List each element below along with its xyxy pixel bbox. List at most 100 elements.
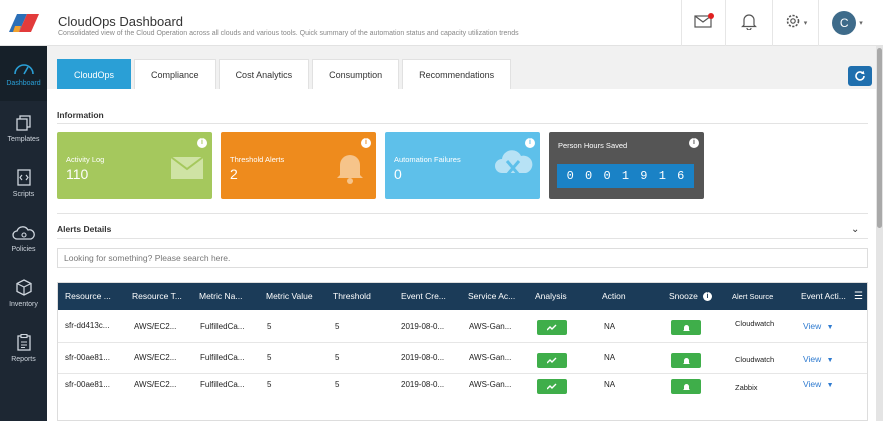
tab-cloudops[interactable]: CloudOps xyxy=(57,59,132,89)
info-icon[interactable]: i xyxy=(703,292,712,301)
analysis-button[interactable] xyxy=(537,320,567,335)
top-header: CloudOps Dashboard Consolidated view of … xyxy=(0,0,883,46)
tab-recommendations[interactable]: Recommendations xyxy=(402,59,512,89)
sidebar-item-label: Policies xyxy=(11,245,36,253)
card-value: 2 xyxy=(230,166,238,182)
cell-alert-source: Cloudwatch xyxy=(735,355,775,364)
divider xyxy=(57,238,868,239)
snooze-button[interactable] xyxy=(671,353,701,368)
snooze-button[interactable] xyxy=(671,320,701,335)
page-title: CloudOps Dashboard xyxy=(58,14,184,29)
card-label: Threshold Alerts xyxy=(230,155,285,164)
cell-alert-source: Cloudwatch xyxy=(735,319,775,328)
gear-icon xyxy=(784,12,802,35)
column-header[interactable]: Threshold xyxy=(333,283,371,310)
messages-button[interactable] xyxy=(681,0,725,46)
divider xyxy=(57,123,868,124)
column-header[interactable]: Resource T... xyxy=(132,283,182,310)
card-label: Person Hours Saved xyxy=(558,141,628,150)
cell-threshold: 5 xyxy=(335,322,340,331)
sidebar: Dashboard Templates Scripts Policies Inv… xyxy=(0,46,47,421)
divider xyxy=(57,213,868,214)
bell-icon xyxy=(741,12,757,35)
trend-icon xyxy=(547,383,557,390)
column-header[interactable]: Snooze xyxy=(669,283,698,310)
chevron-down-icon[interactable]: ⌄ xyxy=(851,224,859,235)
analysis-button[interactable] xyxy=(537,379,567,394)
view-link-label: View xyxy=(803,354,822,364)
search-input[interactable] xyxy=(57,248,868,268)
sidebar-item-inventory[interactable]: Inventory xyxy=(0,266,47,321)
scrollbar-thumb[interactable] xyxy=(877,48,882,228)
table-header: Resource ... Resource T... Metric Na... … xyxy=(58,283,867,310)
cell-resource: sfr-00ae81... xyxy=(65,380,110,389)
tab-consumption[interactable]: Consumption xyxy=(312,59,400,89)
table-row[interactable]: sfr-00ae81... AWS/EC2... FulfilledCa... … xyxy=(58,374,867,400)
view-link-label: View xyxy=(803,321,822,331)
sidebar-item-templates[interactable]: Templates xyxy=(0,101,47,156)
cell-resource-type: AWS/EC2... xyxy=(134,353,177,362)
cell-event-created: 2019-08-0... xyxy=(401,353,445,362)
cell-threshold: 5 xyxy=(335,380,340,389)
cell-metric: FulfilledCa... xyxy=(200,322,245,331)
speedometer-icon xyxy=(13,63,34,74)
view-dropdown[interactable]: View ▼ xyxy=(803,379,834,389)
info-icon[interactable]: i xyxy=(525,138,535,148)
automation-failures-card[interactable]: i Automation Failures 0 xyxy=(385,132,540,199)
person-hours-saved-card[interactable]: i Person Hours Saved 0 0 0 1 9 1 6 xyxy=(549,132,704,199)
cell-resource-type: AWS/EC2... xyxy=(134,380,177,389)
column-header[interactable]: Analysis xyxy=(535,283,567,310)
cell-event-created: 2019-08-0... xyxy=(401,380,445,389)
sidebar-item-policies[interactable]: Policies xyxy=(0,211,47,266)
sidebar-item-reports[interactable]: Reports xyxy=(0,321,47,376)
cell-alert-source: Zabbix xyxy=(735,383,758,392)
table-row[interactable]: sfr-dd413c... AWS/EC2... FulfilledCa... … xyxy=(58,310,867,343)
tab-cost-analytics[interactable]: Cost Analytics xyxy=(218,59,310,89)
user-menu[interactable]: C ▾ xyxy=(818,0,876,46)
info-icon[interactable]: i xyxy=(361,138,371,148)
report-icon xyxy=(16,334,31,351)
chevron-down-icon: ▼ xyxy=(826,357,834,364)
view-dropdown[interactable]: View ▼ xyxy=(803,354,834,364)
cell-metric-value: 5 xyxy=(267,380,272,389)
settings-button[interactable]: ▾ xyxy=(772,0,818,46)
refresh-button[interactable] xyxy=(848,66,872,86)
column-header[interactable]: Metric Value xyxy=(266,283,313,310)
sidebar-item-scripts[interactable]: Scripts xyxy=(0,156,47,211)
table-row[interactable]: sfr-00ae81... AWS/EC2... FulfilledCa... … xyxy=(58,343,867,374)
column-header[interactable]: Event Cre... xyxy=(401,283,446,310)
bell-icon xyxy=(682,324,690,331)
info-icon[interactable]: i xyxy=(197,138,207,148)
view-link-label: View xyxy=(803,379,822,389)
page-scrollbar[interactable] xyxy=(876,46,883,421)
counter-digit: 6 xyxy=(677,169,685,183)
column-menu-icon[interactable]: ☰ xyxy=(854,291,863,302)
counter-digit: 1 xyxy=(658,169,666,183)
cell-service-account: AWS-Gan... xyxy=(469,353,512,362)
sidebar-item-label: Dashboard xyxy=(6,79,41,87)
column-header[interactable]: Alert Source xyxy=(732,283,773,310)
column-header[interactable]: Event Acti... xyxy=(801,283,846,310)
tab-compliance[interactable]: Compliance xyxy=(134,59,216,89)
analysis-button[interactable] xyxy=(537,353,567,368)
view-dropdown[interactable]: View ▼ xyxy=(803,321,834,331)
bell-icon xyxy=(337,155,363,184)
column-header[interactable]: Resource ... xyxy=(65,283,111,310)
sidebar-item-label: Scripts xyxy=(12,191,35,198)
column-header[interactable]: Metric Na... xyxy=(199,283,242,310)
threshold-alerts-card[interactable]: i Threshold Alerts 2 xyxy=(221,132,376,199)
column-header[interactable]: Action xyxy=(602,283,626,310)
snooze-button[interactable] xyxy=(671,379,701,394)
card-label: Automation Failures xyxy=(394,155,461,164)
page-subtitle: Consolidated view of the Cloud Operation… xyxy=(58,30,519,37)
alerts-details-title: Alerts Details xyxy=(57,224,112,234)
column-header[interactable]: Service Ac... xyxy=(468,283,515,310)
counter-digit: 1 xyxy=(621,169,630,183)
info-icon[interactable]: i xyxy=(689,138,699,148)
activity-log-card[interactable]: i Activity Log 110 xyxy=(57,132,212,199)
cell-metric: FulfilledCa... xyxy=(200,353,245,362)
sidebar-item-dashboard[interactable]: Dashboard xyxy=(0,46,47,101)
notifications-button[interactable] xyxy=(725,0,772,46)
trend-icon xyxy=(547,324,557,331)
app-logo[interactable] xyxy=(0,0,47,46)
